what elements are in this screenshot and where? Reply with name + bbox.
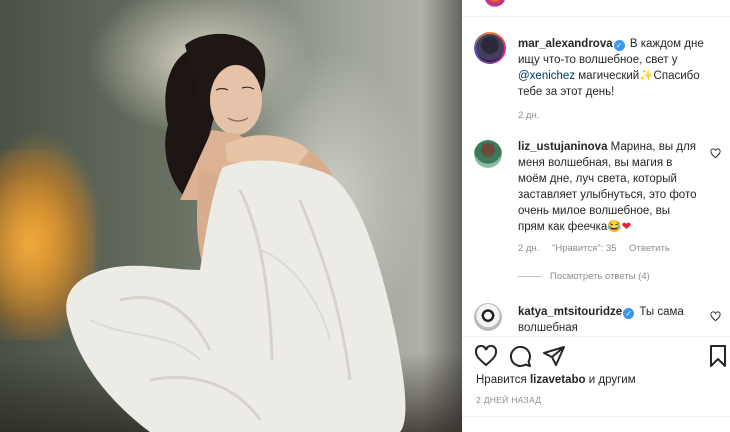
reply-button[interactable]: Ответить xyxy=(629,243,670,254)
verified-badge-icon: ✓ xyxy=(623,308,635,319)
likes-prefix: Нравится xyxy=(476,374,527,386)
divider xyxy=(462,16,730,17)
view-replies-button[interactable]: Посмотреть ответы (4) xyxy=(518,271,650,282)
post-details-panel: mar_alexandrova ✓ В каждом дне ищу что-то… xyxy=(462,0,730,432)
photo-subject xyxy=(66,33,406,432)
divider xyxy=(462,416,730,417)
comment-timestamp[interactable]: 2 дн. xyxy=(518,243,539,254)
liked-by-user[interactable]: lizavetabo xyxy=(530,374,586,386)
like-comment-heart-icon[interactable] xyxy=(710,148,721,159)
comment-item: liz_ustujaninova Марина, вы для меня вол… xyxy=(518,139,698,235)
laughing-emoji: 😂 xyxy=(607,221,622,233)
commenter-avatar[interactable] xyxy=(474,140,502,168)
comment-icon[interactable] xyxy=(508,344,532,368)
paper-plane-icon[interactable] xyxy=(542,344,566,368)
commenter-avatar[interactable] xyxy=(474,303,502,331)
comment-item: katya_mtsitouridze ✓ Ты сама волшебная xyxy=(518,304,708,336)
heart-emoji: ❤ xyxy=(621,221,632,233)
author-username[interactable]: mar_alexandrova xyxy=(518,38,613,50)
bookmark-icon[interactable] xyxy=(706,344,730,368)
caption-text2: магический xyxy=(578,70,640,82)
view-replies-label: Посмотреть ответы (4) xyxy=(550,271,650,282)
heart-icon[interactable] xyxy=(474,344,498,368)
post-photo[interactable] xyxy=(0,0,462,432)
comment-text: Марина, вы для меня волшебная, вы магия … xyxy=(518,141,697,233)
comment-username[interactable]: liz_ustujaninova xyxy=(518,141,607,153)
post-date[interactable]: 2 дней назад xyxy=(476,395,541,405)
post-actions xyxy=(462,344,730,368)
previous-comment-avatar[interactable] xyxy=(482,0,508,8)
verified-badge-icon: ✓ xyxy=(613,40,625,51)
sparkles-emoji: ✨ xyxy=(639,70,654,82)
comment-meta: 2 дн. "Нравится": 35 Ответить xyxy=(518,243,680,254)
author-avatar[interactable] xyxy=(474,32,506,64)
likes-suffix[interactable]: и другим xyxy=(589,374,636,386)
comment-likes[interactable]: "Нравится": 35 xyxy=(552,243,617,254)
like-comment-heart-icon[interactable] xyxy=(710,311,721,322)
comment-username[interactable]: katya_mtsitouridze xyxy=(518,306,622,318)
caption-mention[interactable]: @xenichez xyxy=(518,70,575,82)
post-caption: mar_alexandrova ✓ В каждом дне ищу что-то… xyxy=(518,36,718,100)
caption-timestamp[interactable]: 2 дн. xyxy=(518,110,539,121)
likes-summary: Нравится lizavetabo и другим xyxy=(476,374,636,386)
replies-line xyxy=(518,275,542,277)
divider xyxy=(462,336,730,337)
